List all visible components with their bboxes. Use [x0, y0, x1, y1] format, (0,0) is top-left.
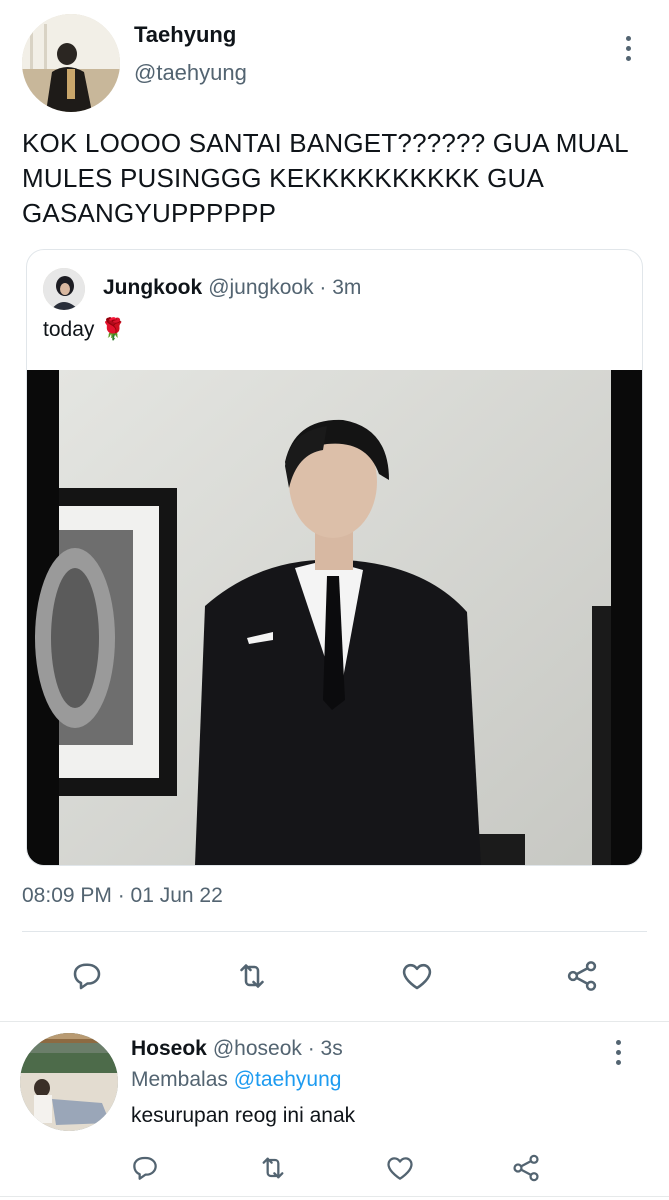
quoted-avatar[interactable] [43, 268, 85, 310]
quoted-header: Jungkook @jungkook · 3m [103, 276, 361, 300]
replying-to: Membalas @taehyung [131, 1068, 341, 1092]
reply-icon[interactable] [128, 1151, 162, 1185]
reply-avatar[interactable] [20, 1033, 118, 1131]
like-icon[interactable] [398, 957, 436, 995]
divider [0, 1021, 669, 1022]
user-handle[interactable]: @taehyung [134, 60, 247, 86]
quoted-handle-time: @jungkook · 3m [208, 276, 362, 299]
divider [0, 1196, 669, 1197]
retweet-icon[interactable] [233, 957, 271, 995]
divider [22, 931, 647, 932]
share-icon[interactable] [509, 1151, 543, 1185]
reply-handle-time: @hoseok · 3s [212, 1037, 343, 1060]
more-vertical-icon[interactable] [614, 1040, 622, 1065]
like-icon[interactable] [383, 1151, 417, 1185]
replying-to-link[interactable]: @taehyung [234, 1068, 342, 1091]
reply-display-name[interactable]: Hoseok [131, 1037, 207, 1060]
tweet-text: KOK LOOOO SANTAI BANGET?????? GUA MUAL M… [22, 128, 628, 228]
reply-icon[interactable] [68, 957, 106, 995]
replying-prefix: Membalas [131, 1068, 228, 1091]
quoted-tweet-text: today 🌹 [43, 318, 127, 341]
tweet-timestamp: 08:09 PM · 01 Jun 22 [22, 884, 223, 907]
more-vertical-icon[interactable] [624, 36, 632, 61]
quoted-tweet[interactable]: Jungkook @jungkook · 3m today 🌹 [26, 249, 643, 866]
display-name[interactable]: Taehyung [134, 22, 236, 48]
share-icon[interactable] [563, 957, 601, 995]
reply-text: kesurupan reog ini anak [131, 1104, 356, 1127]
retweet-icon[interactable] [256, 1151, 290, 1185]
quoted-display-name[interactable]: Jungkook [103, 276, 202, 299]
quoted-photo[interactable] [27, 370, 642, 865]
reply-header: Hoseok @hoseok · 3s [131, 1037, 343, 1061]
avatar[interactable] [22, 14, 120, 112]
